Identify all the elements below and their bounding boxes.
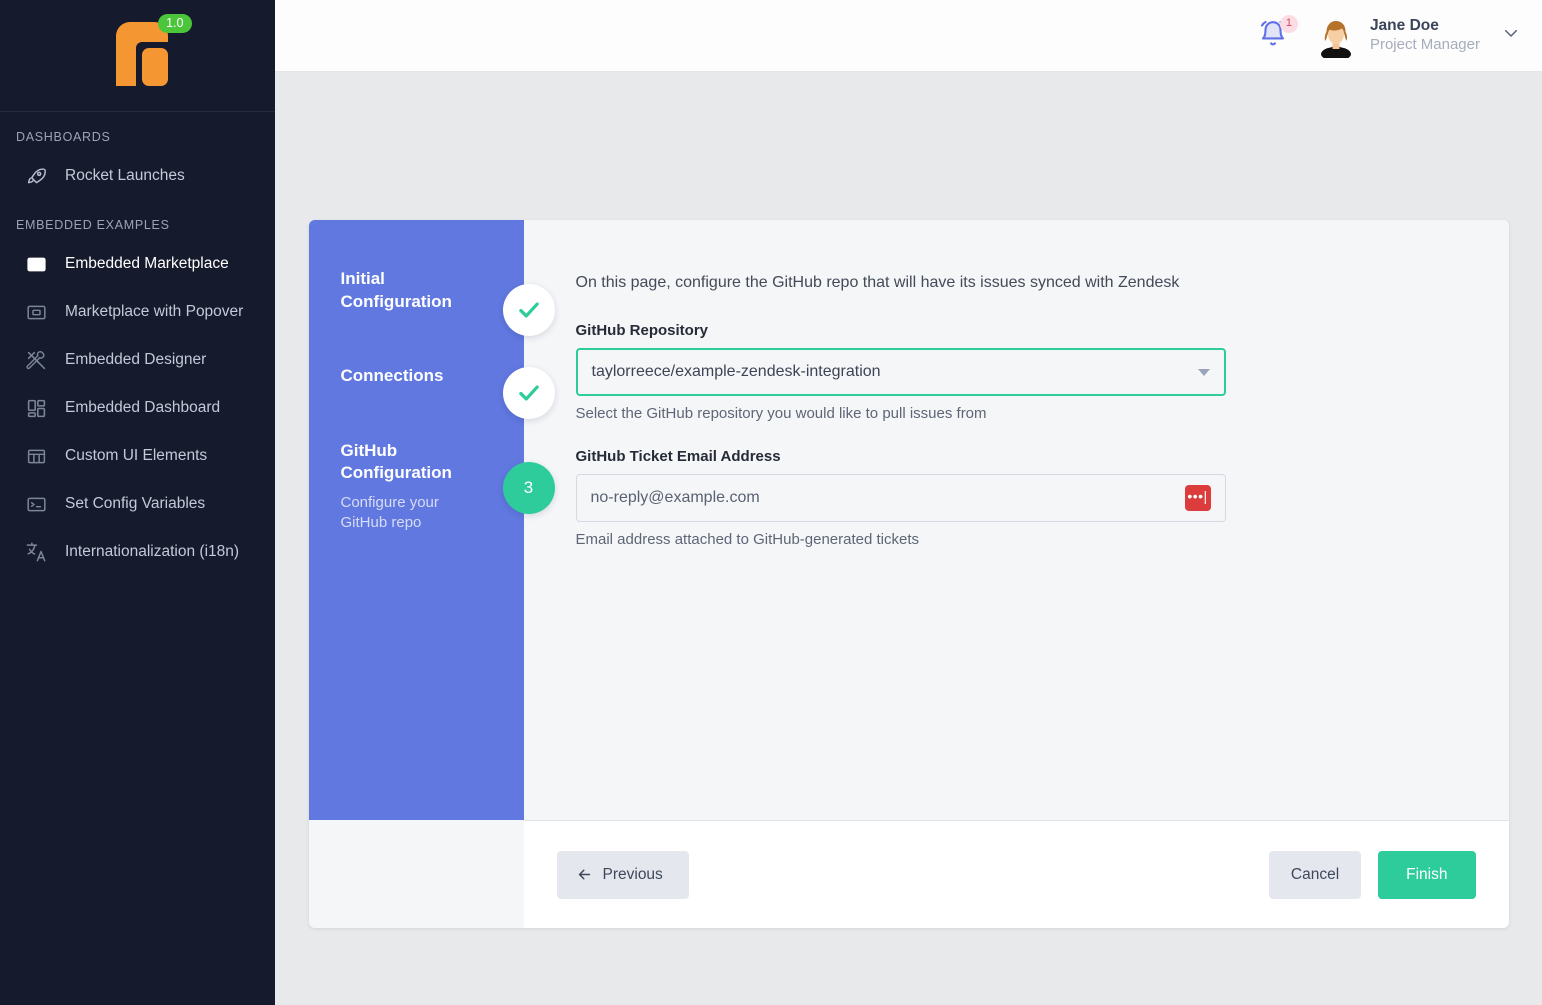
wizard-form: On this page, configure the GitHub repo … <box>524 220 1509 820</box>
user-avatar <box>1314 14 1358 58</box>
grid-icon <box>24 444 48 468</box>
wizard-footer: Previous Cancel Finish <box>524 820 1509 928</box>
sidebar-item-label: Set Config Variables <box>65 495 205 513</box>
sidebar-item-embedded-designer[interactable]: Embedded Designer <box>0 336 275 384</box>
github-ticket-email-input[interactable]: no-reply@example.com •••| <box>576 474 1226 522</box>
wizard-step-marker-done <box>503 367 555 419</box>
sidebar-item-embedded-dashboard[interactable]: Embedded Dashboard <box>0 384 275 432</box>
cancel-button[interactable]: Cancel <box>1269 851 1361 899</box>
popover-icon <box>24 300 48 324</box>
sidebar-item-label: Internationalization (i18n) <box>65 543 239 561</box>
wizard-step-marker-done <box>503 284 555 336</box>
field-github-ticket-email: GitHub Ticket Email Address no-reply@exa… <box>576 448 1453 548</box>
sidebar-item-label: Rocket Launches <box>65 167 185 185</box>
wizard-body: Initial Configuration Connections <box>309 220 1509 820</box>
field-label: GitHub Repository <box>576 322 1453 339</box>
wizard-step-title: Initial Configuration <box>341 268 463 313</box>
app-logo-icon <box>102 22 168 86</box>
main-area: 1 Jane Doe P <box>275 0 1542 1005</box>
finish-button[interactable]: Finish <box>1378 851 1475 899</box>
notifications-button[interactable]: 1 <box>1258 19 1292 53</box>
sidebar-item-marketplace-with-popover[interactable]: Marketplace with Popover <box>0 288 275 336</box>
app-root: 1.0 DASHBOARDS Rocket Launches EMBEDDED … <box>0 0 1542 1005</box>
wizard-step-github-configuration[interactable]: GitHub Configuration Configure your GitH… <box>309 440 524 534</box>
sidebar-item-set-config-variables[interactable]: Set Config Variables <box>0 480 275 528</box>
sidebar-item-label: Custom UI Elements <box>65 447 207 465</box>
nav-section-title-embedded: EMBEDDED EXAMPLES <box>0 218 275 232</box>
designer-icon <box>24 348 48 372</box>
arrow-left-icon <box>576 866 593 883</box>
sidebar: 1.0 DASHBOARDS Rocket Launches EMBEDDED … <box>0 0 275 1005</box>
sidebar-item-internationalization[interactable]: Internationalization (i18n) <box>0 528 275 576</box>
sidebar-item-label: Embedded Marketplace <box>65 255 229 273</box>
wizard-step-marker-current: 3 <box>503 462 555 514</box>
translate-icon <box>24 540 48 564</box>
chevron-down-icon[interactable] <box>1502 24 1520 47</box>
wizard-step-initial-configuration[interactable]: Initial Configuration <box>309 268 524 313</box>
rocket-icon <box>24 164 48 188</box>
topbar: 1 Jane Doe P <box>275 0 1542 72</box>
nav-section-title-dashboards: DASHBOARDS <box>0 130 275 144</box>
marketplace-icon <box>24 252 48 276</box>
check-icon <box>516 297 542 323</box>
content-area: Initial Configuration Connections <box>275 72 1542 1005</box>
check-icon <box>516 380 542 406</box>
previous-button-label: Previous <box>603 866 663 884</box>
user-role: Project Manager <box>1370 36 1480 55</box>
sidebar-item-embedded-marketplace[interactable]: Embedded Marketplace <box>0 240 275 288</box>
wizard-step-subtitle: Configure your GitHub repo <box>341 493 453 534</box>
field-github-repository: GitHub Repository taylorreece/example-ze… <box>576 322 1453 422</box>
wizard-card: Initial Configuration Connections <box>309 220 1509 928</box>
form-intro-text: On this page, configure the GitHub repo … <box>576 274 1453 292</box>
previous-button[interactable]: Previous <box>557 851 689 899</box>
notification-count-badge: 1 <box>1280 15 1298 33</box>
wizard-step-connections[interactable]: Connections <box>309 365 524 388</box>
field-label: GitHub Ticket Email Address <box>576 448 1453 465</box>
terminal-icon <box>24 492 48 516</box>
user-menu[interactable]: Jane Doe Project Manager <box>1314 14 1520 58</box>
select-value: taylorreece/example-zendesk-integration <box>592 363 881 381</box>
field-help-text: Select the GitHub repository you would l… <box>576 405 1453 422</box>
dashboard-icon <box>24 396 48 420</box>
sidebar-item-label: Embedded Dashboard <box>65 399 220 417</box>
version-badge: 1.0 <box>158 14 191 34</box>
dots-variable-icon[interactable]: •••| <box>1185 485 1211 511</box>
sidebar-item-rocket-launches[interactable]: Rocket Launches <box>0 152 275 200</box>
input-value: no-reply@example.com <box>591 489 760 507</box>
chevron-down-icon <box>1198 369 1210 376</box>
user-name: Jane Doe <box>1370 16 1480 35</box>
github-repository-select[interactable]: taylorreece/example-zendesk-integration <box>576 348 1226 396</box>
sidebar-item-label: Embedded Designer <box>65 351 206 369</box>
wizard-step-rail: Initial Configuration Connections <box>309 220 524 820</box>
wizard-step-title: Connections <box>341 365 463 388</box>
logo-area[interactable]: 1.0 <box>0 0 275 112</box>
sidebar-item-label: Marketplace with Popover <box>65 303 243 321</box>
wizard-step-title: GitHub Configuration <box>341 440 463 485</box>
field-help-text: Email address attached to GitHub-generat… <box>576 531 1453 548</box>
sidebar-item-custom-ui-elements[interactable]: Custom UI Elements <box>0 432 275 480</box>
